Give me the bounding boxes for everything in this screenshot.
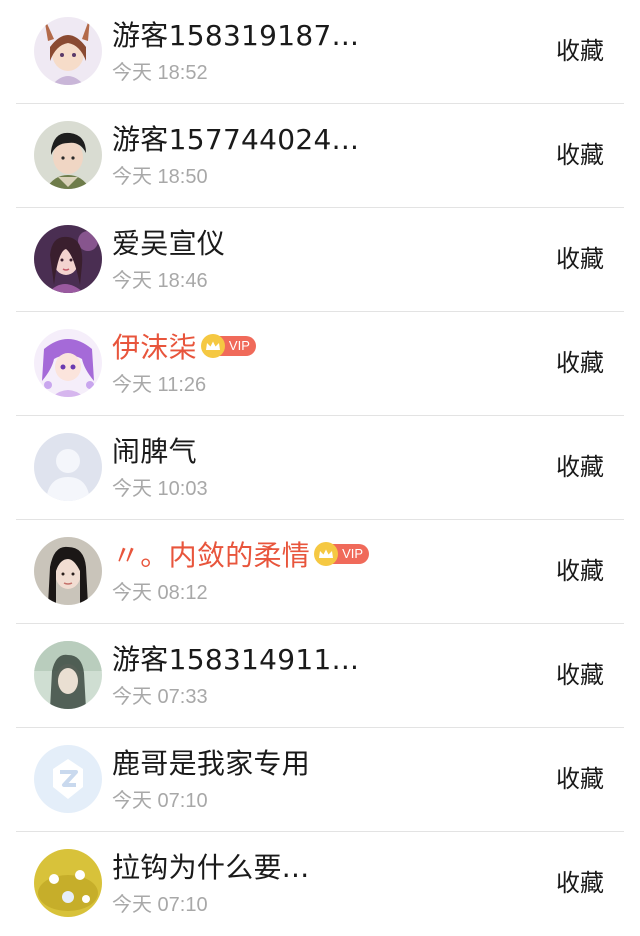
favorite-button[interactable]: 收藏 [556, 657, 604, 693]
name-line: 游客158319187... [112, 14, 359, 54]
list-item[interactable]: 游客157744024... 今天 18:50 收藏 [0, 104, 640, 208]
user-name[interactable]: 游客158314911... [112, 638, 359, 678]
vip-badge: VIP [314, 542, 370, 566]
visit-time: 今天 18:46 [112, 270, 208, 292]
list-item[interactable]: 闹脾气 今天 10:03 收藏 [0, 416, 640, 520]
crown-icon [314, 542, 339, 566]
list-item[interactable]: 游客158319187... 今天 18:52 收藏 [0, 0, 640, 104]
user-name[interactable]: 拉钩为什么要... [112, 846, 309, 886]
avatar[interactable] [34, 849, 102, 917]
avatar[interactable] [34, 329, 102, 397]
user-name[interactable]: 闹脾气 [112, 430, 197, 470]
visit-time: 今天 07:10 [112, 790, 208, 812]
name-line: 爱吴宣仪 [112, 222, 225, 262]
visit-time: 今天 07:33 [112, 686, 208, 708]
user-name[interactable]: 爱吴宣仪 [112, 222, 225, 262]
default-avatar[interactable] [34, 745, 102, 813]
favorite-button[interactable]: 收藏 [556, 761, 604, 797]
favorite-button[interactable]: 收藏 [556, 33, 604, 69]
list-item[interactable]: 伊沫柒 VIP 今天 11:26 收藏 [0, 312, 640, 416]
default-avatar[interactable] [34, 433, 102, 501]
crown-icon [200, 334, 225, 358]
name-line: 闹脾气 [112, 430, 197, 470]
visit-time: 今天 18:50 [112, 166, 208, 188]
user-name[interactable]: 游客158319187... [112, 14, 359, 54]
name-line: 伊沫柒 VIP [112, 326, 256, 366]
avatar[interactable] [34, 641, 102, 709]
name-line: 鹿哥是我家专用 [112, 742, 310, 782]
avatar[interactable] [34, 121, 102, 189]
visit-time: 今天 08:12 [112, 582, 208, 604]
list-item[interactable]: 〃。内敛的柔情 VIP 今天 08:12 收藏 [0, 520, 640, 624]
list-item[interactable]: 拉钩为什么要... 今天 07:10 收藏 [0, 832, 640, 936]
visit-time: 今天 11:26 [112, 374, 207, 396]
list-item[interactable]: 鹿哥是我家专用 今天 07:10 收藏 [0, 728, 640, 832]
avatar[interactable] [34, 225, 102, 293]
user-name[interactable]: 〃。内敛的柔情 [112, 534, 310, 574]
visit-time: 今天 07:10 [112, 894, 208, 916]
list-item[interactable]: 游客158314911... 今天 07:33 收藏 [0, 624, 640, 728]
name-line: 游客158314911... [112, 638, 359, 678]
name-line: 〃。内敛的柔情 VIP [112, 534, 370, 574]
visit-time: 今天 10:03 [112, 478, 208, 500]
visit-time: 今天 18:52 [112, 62, 208, 84]
name-line: 游客157744024... [112, 118, 359, 158]
favorite-button[interactable]: 收藏 [556, 345, 604, 381]
favorite-button[interactable]: 收藏 [556, 553, 604, 589]
favorite-button[interactable]: 收藏 [556, 449, 604, 485]
list-item[interactable]: 爱吴宣仪 今天 18:46 收藏 [0, 208, 640, 312]
avatar[interactable] [34, 537, 102, 605]
vip-badge: VIP [200, 334, 256, 358]
user-name[interactable]: 鹿哥是我家专用 [112, 742, 310, 782]
favorite-button[interactable]: 收藏 [556, 137, 604, 173]
favorite-button[interactable]: 收藏 [556, 865, 604, 901]
favorite-button[interactable]: 收藏 [556, 241, 604, 277]
avatar[interactable] [34, 17, 102, 85]
user-name[interactable]: 伊沫柒 [112, 326, 197, 366]
visitor-list: 游客158319187... 今天 18:52 收藏 游客157744024..… [0, 0, 640, 936]
user-name[interactable]: 游客157744024... [112, 118, 359, 158]
name-line: 拉钩为什么要... [112, 846, 309, 886]
